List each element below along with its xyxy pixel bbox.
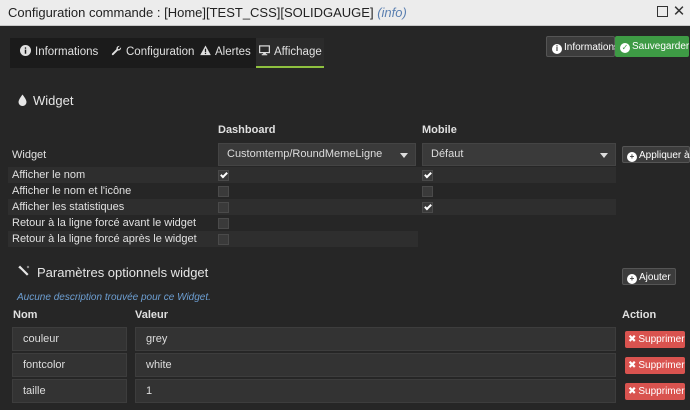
widget-row-label: Widget [12, 149, 47, 161]
droplet-icon [18, 94, 27, 106]
param-row: fontcolor white [12, 353, 616, 377]
param-row: taille 1 [12, 379, 616, 403]
tab-bar: Informations Configuration Alertes Affic… [10, 38, 324, 68]
column-valeur: Valeur [135, 309, 169, 321]
warning-triangle-icon [200, 45, 211, 56]
tab-affichage-label: Affichage [274, 46, 322, 58]
informations-button-label: Informations [564, 42, 620, 53]
window-titlebar: Configuration commande : [Home][TEST_CSS… [0, 0, 690, 26]
window-title-text: Configuration commande : [Home][TEST_CSS… [8, 5, 374, 20]
dashboard-widget-select[interactable]: Customtemp/RoundMemeLigne [218, 143, 416, 166]
checkbox-dashboard-show-stats[interactable] [218, 202, 229, 213]
save-button-label: Sauvegarder [632, 41, 690, 52]
plus-circle-icon: + [627, 152, 637, 162]
checkbox-mobile-show-stats[interactable] [422, 202, 433, 213]
apply-to-button[interactable]: + Appliquer à [622, 146, 690, 163]
mobile-widget-select[interactable]: Défaut [422, 143, 616, 166]
column-nom: Nom [13, 309, 38, 321]
maximize-icon[interactable] [655, 5, 669, 19]
config-panel: Informations Configuration Alertes Affic… [0, 26, 690, 410]
param-name-field[interactable]: couleur [12, 327, 127, 351]
window-title-info[interactable]: (info) [377, 5, 407, 20]
close-icon: ✖ [628, 386, 637, 397]
checkbox-dashboard-show-name[interactable] [218, 170, 229, 181]
close-icon: ✖ [628, 360, 637, 371]
widget-section-title-text: Widget [33, 93, 74, 108]
option-label-show-stats: Afficher les statistiques [12, 201, 125, 213]
delete-param-button-label: Supprimer [638, 360, 685, 371]
param-value-field[interactable]: grey [135, 327, 616, 351]
param-name-field[interactable]: taille [12, 379, 127, 403]
dashboard-widget-value: Customtemp/RoundMemeLigne [227, 148, 383, 160]
checkbox-dashboard-show-name-icon[interactable] [218, 186, 229, 197]
mobile-widget-value: Défaut [431, 148, 464, 160]
param-value-field[interactable]: white [135, 353, 616, 377]
plus-circle-icon: + [627, 274, 637, 284]
delete-param-button-label: Supprimer [638, 386, 685, 397]
tab-alertes-label: Alertes [215, 46, 251, 58]
option-label-show-name-icon: Afficher le nom et l'icône [12, 185, 132, 197]
widget-section-title: Widget [18, 93, 73, 108]
tab-informations[interactable]: Informations [20, 38, 98, 68]
delete-param-button-label: Supprimer [638, 334, 685, 345]
caret-down-icon [600, 153, 608, 158]
tab-configuration-label: Configuration [126, 46, 195, 58]
save-button[interactable]: ✓ Sauvegarder [615, 36, 689, 57]
desktop-icon [259, 45, 270, 56]
checkbox-mobile-show-name-icon[interactable] [422, 186, 433, 197]
checkbox-mobile-show-name[interactable] [422, 170, 433, 181]
close-icon[interactable]: ✕ [672, 4, 686, 19]
apply-to-button-label: Appliquer à [639, 150, 690, 161]
column-mobile: Mobile [422, 124, 457, 136]
tab-alertes[interactable]: Alertes [200, 38, 251, 68]
delete-param-button[interactable]: ✖ Supprimer [625, 357, 685, 374]
option-label-break-after: Retour à la ligne forcé après le widget [12, 233, 197, 245]
column-action: Action [622, 309, 657, 321]
tab-affichage[interactable]: Affichage [256, 38, 324, 68]
delete-param-button[interactable]: ✖ Supprimer [625, 331, 685, 348]
informations-button[interactable]: i Informations [546, 36, 619, 57]
params-section-title-text: Paramètres optionnels widget [37, 265, 209, 280]
option-label-break-before: Retour à la ligne forcé avant le widget [12, 217, 197, 229]
caret-down-icon [400, 153, 408, 158]
param-value-field[interactable]: 1 [135, 379, 616, 403]
magic-wand-icon [18, 265, 30, 276]
column-dashboard: Dashboard [218, 124, 276, 136]
widget-description: Aucune description trouvée pour ce Widge… [17, 292, 211, 303]
option-row-stripe [8, 167, 616, 183]
add-param-button[interactable]: + Ajouter [622, 268, 676, 285]
info-circle-icon [20, 45, 31, 56]
wrench-icon [111, 45, 122, 56]
check-circle-icon: ✓ [620, 43, 630, 53]
option-label-show-name: Afficher le nom [12, 169, 86, 181]
info-circle-icon: i [552, 44, 562, 54]
tab-configuration[interactable]: Configuration [111, 38, 194, 68]
tab-informations-label: Informations [35, 46, 99, 58]
checkbox-dashboard-break-after[interactable] [218, 234, 229, 245]
delete-param-button[interactable]: ✖ Supprimer [625, 383, 685, 400]
window-title: Configuration commande : [Home][TEST_CSS… [8, 5, 407, 20]
param-name-field[interactable]: fontcolor [12, 353, 127, 377]
params-section-title: Paramètres optionnels widget [18, 265, 208, 280]
close-icon: ✖ [628, 334, 637, 345]
add-param-button-label: Ajouter [639, 272, 671, 283]
checkbox-dashboard-break-before[interactable] [218, 218, 229, 229]
param-row: couleur grey [12, 327, 616, 351]
